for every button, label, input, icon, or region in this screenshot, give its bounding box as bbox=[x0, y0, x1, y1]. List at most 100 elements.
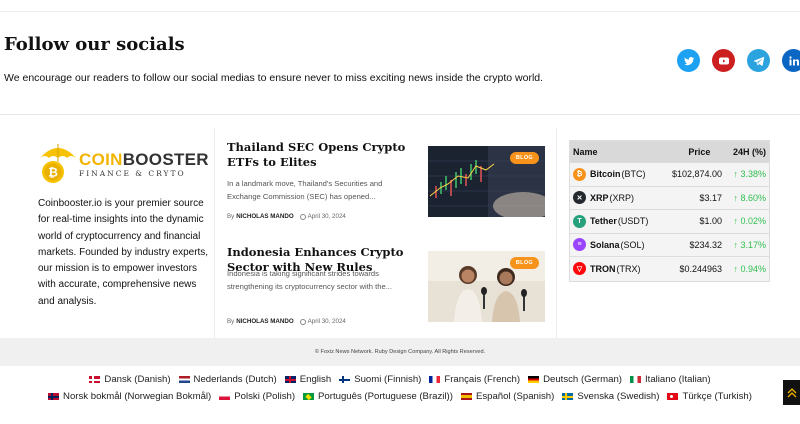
article-meta: By NICHOLAS MANDO April 30, 2024 bbox=[227, 318, 346, 325]
category-badge[interactable]: BLOG bbox=[509, 257, 539, 269]
header-change: 24H (%) bbox=[732, 146, 766, 157]
copyright-bar: © Foxiz News Network. Ruby Design Compan… bbox=[0, 338, 800, 366]
social-icons bbox=[677, 49, 800, 73]
flag-no-icon bbox=[48, 393, 60, 400]
language-link-dk[interactable]: Dansk (Danish) bbox=[89, 374, 171, 385]
copyright-text: © Foxiz News Network. Ruby Design Compan… bbox=[314, 349, 486, 355]
language-label: Polski (Polish) bbox=[234, 391, 296, 402]
language-link-gb[interactable]: English bbox=[284, 374, 332, 385]
language-link-no[interactable]: Norsk bokmål (Norwegian Bokmål) bbox=[48, 391, 211, 402]
flag-de-icon bbox=[528, 376, 540, 383]
language-link-de[interactable]: Deutsch (German) bbox=[528, 374, 622, 385]
clock-icon bbox=[299, 318, 306, 325]
language-link-es[interactable]: Español (Spanish) bbox=[460, 391, 555, 402]
column-divider bbox=[556, 128, 557, 338]
language-link-fi[interactable]: Suomi (Finnish) bbox=[339, 374, 421, 385]
coin-name: Bitcoin bbox=[590, 169, 621, 180]
table-row[interactable]: ✕ XRP (XRP) $3.17 ↑ 8.60% bbox=[570, 186, 769, 210]
language-link-fr[interactable]: Français (French) bbox=[429, 374, 520, 385]
language-link-se[interactable]: Svenska (Swedish) bbox=[562, 391, 659, 402]
table-row[interactable]: ≡ Solana (SOL) $234.32 ↑ 3.17% bbox=[570, 233, 769, 257]
language-label: Svenska (Swedish) bbox=[577, 391, 660, 402]
youtube-icon[interactable] bbox=[712, 49, 735, 72]
language-link-pl[interactable]: Polski (Polish) bbox=[219, 391, 295, 402]
language-label: Türkçe (Turkish) bbox=[682, 391, 752, 402]
coin-change: ↑ 0.02% bbox=[733, 216, 766, 227]
brand-description: Coinbooster.io is your premier source fo… bbox=[38, 198, 209, 307]
coin-price: $1.00 bbox=[699, 216, 722, 227]
author-link[interactable]: NICHOLAS MANDO bbox=[236, 213, 293, 220]
language-link-tr[interactable]: Türkçe (Turkish) bbox=[667, 391, 752, 402]
tether-icon: T bbox=[573, 214, 586, 228]
language-link-nl[interactable]: Nederlands (Dutch) bbox=[178, 374, 277, 385]
coin-symbol: (BTC) bbox=[621, 169, 646, 180]
coin-change: ↑ 0.94% bbox=[733, 263, 766, 274]
language-label: Español (Spanish) bbox=[475, 391, 555, 402]
language-label: Suomi (Finnish) bbox=[354, 374, 422, 385]
table-header: Name Price 24H (%) bbox=[570, 141, 769, 163]
language-label: Français (French) bbox=[444, 374, 521, 385]
language-switcher-row: Norsk bokmål (Norwegian Bokmål) Polski (P… bbox=[0, 391, 800, 402]
coin-symbol: (SOL) bbox=[620, 239, 645, 250]
coin-name: TRON bbox=[590, 263, 616, 274]
article-card: Indonesia Enhances Crypto Sector with Ne… bbox=[227, 245, 547, 335]
table-row[interactable]: ▽ TRON (TRX) $0.244963 ↑ 0.94% bbox=[570, 257, 769, 281]
coin-name: Tether bbox=[590, 216, 617, 227]
language-link-br[interactable]: Português (Portuguese (Brazil)) bbox=[303, 391, 453, 402]
top-divider bbox=[0, 11, 800, 12]
coin-symbol: (XRP) bbox=[609, 192, 635, 203]
article-card: Thailand SEC Opens Crypto ETFs to Elites… bbox=[227, 140, 547, 230]
flag-fi-icon bbox=[339, 376, 351, 383]
tron-icon: ▽ bbox=[573, 262, 586, 276]
article-excerpt: In a landmark move, Thailand's Securitie… bbox=[227, 179, 383, 201]
language-label: English bbox=[299, 374, 332, 385]
crypto-price-table: Name Price 24H (%) ₿ Bitcoin (BTC) $102,… bbox=[569, 140, 770, 282]
language-label: Dansk (Danish) bbox=[104, 374, 171, 385]
article-title[interactable]: Thailand SEC Opens Crypto ETFs to Elites bbox=[227, 140, 417, 169]
coin-price: $3.17 bbox=[699, 192, 722, 203]
coin-name: Solana bbox=[590, 239, 620, 250]
language-label: Português (Portuguese (Brazil)) bbox=[318, 391, 453, 402]
twitter-icon[interactable] bbox=[677, 49, 700, 72]
xrp-icon: ✕ bbox=[573, 191, 586, 205]
flag-nl-icon bbox=[178, 376, 190, 383]
bitcoin-icon: ₿ bbox=[573, 167, 586, 181]
back-to-top-button[interactable] bbox=[783, 380, 800, 405]
coin-change: ↑ 3.38% bbox=[733, 169, 766, 180]
header-price: Price bbox=[688, 146, 711, 157]
table-row[interactable]: T Tether (USDT) $1.00 ↑ 0.02% bbox=[570, 210, 769, 234]
flag-br-icon bbox=[303, 393, 315, 400]
telegram-icon[interactable] bbox=[747, 49, 770, 72]
socials-description: We encourage our readers to follow our s… bbox=[4, 72, 544, 84]
svg-text:₿: ₿ bbox=[48, 166, 58, 180]
logo-tagline: FINANCE & CRYTO bbox=[79, 169, 186, 178]
author-link[interactable]: NICHOLAS MANDO bbox=[236, 318, 293, 325]
coin-price: $102,874.00 bbox=[671, 169, 722, 180]
coinbooster-logo[interactable]: ₿ COINBOOSTER FINANCE & CRYTO bbox=[38, 140, 210, 188]
coin-symbol: (USDT) bbox=[617, 216, 649, 227]
language-label: Nederlands (Dutch) bbox=[193, 374, 277, 385]
coin-price: $0.244963 bbox=[679, 263, 722, 274]
flag-fr-icon bbox=[429, 376, 441, 383]
byline-prefix: By bbox=[227, 213, 235, 220]
category-badge[interactable]: BLOG bbox=[509, 152, 539, 164]
language-link-it[interactable]: Italiano (Italian) bbox=[629, 374, 711, 385]
byline-prefix: By bbox=[227, 318, 235, 325]
chevron-up-icon bbox=[787, 387, 796, 397]
coin-name: XRP bbox=[590, 192, 609, 203]
clock-icon bbox=[299, 213, 306, 220]
table-row[interactable]: ₿ Bitcoin (BTC) $102,874.00 ↑ 3.38% bbox=[570, 163, 769, 187]
logo-wordmark: COINBOOSTER bbox=[79, 150, 209, 169]
linkedin-icon[interactable] bbox=[782, 49, 800, 72]
article-thumbnail[interactable]: BLOG bbox=[428, 251, 545, 322]
coin-symbol: (TRX) bbox=[616, 263, 641, 274]
article-date: April 30, 2024 bbox=[307, 213, 346, 220]
language-label: Norsk bokmål (Norwegian Bokmål) bbox=[63, 391, 212, 402]
solana-icon: ≡ bbox=[573, 238, 586, 252]
coin-change: ↑ 8.60% bbox=[733, 192, 766, 203]
socials-heading: Follow our socials bbox=[4, 34, 185, 55]
header-name: Name bbox=[573, 146, 598, 157]
flag-pl-icon bbox=[219, 393, 231, 400]
umbrella-coin-icon: ₿ bbox=[38, 140, 78, 188]
article-thumbnail[interactable]: BLOG bbox=[428, 146, 545, 217]
